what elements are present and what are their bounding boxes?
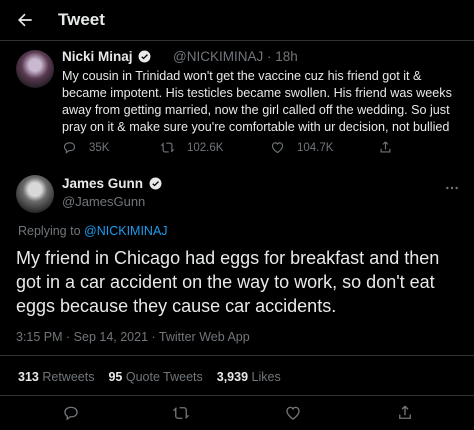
tweet-text: My friend in Chicago had eggs for breakf… xyxy=(16,248,440,316)
share-icon xyxy=(380,141,391,153)
share-button[interactable] xyxy=(378,140,393,155)
heart-icon[interactable] xyxy=(284,404,302,422)
divider xyxy=(0,40,474,41)
author-handle[interactable]: @JamesGunn xyxy=(62,194,145,209)
reply-button[interactable]: 35K xyxy=(62,140,109,155)
avatar[interactable] xyxy=(16,50,54,88)
top-bar: Tweet xyxy=(0,0,474,40)
more-options-icon[interactable] xyxy=(444,180,460,196)
verified-badge-icon xyxy=(138,50,151,63)
retweet-button[interactable]: 102.6K xyxy=(160,140,223,155)
tweet-timestamp[interactable]: 3:15 PM · Sep 14, 2021 · Twitter Web App xyxy=(16,330,250,344)
divider xyxy=(0,355,474,356)
verified-badge-icon xyxy=(149,177,162,190)
replying-to: Replying to @NICKIMINAJ xyxy=(18,224,168,238)
author-name[interactable]: Nicki Minaj xyxy=(62,49,151,64)
reply-icon[interactable] xyxy=(62,404,80,422)
retweet-icon xyxy=(160,142,175,153)
tweet-text: My cousin in Trinidad won't get the vacc… xyxy=(62,69,452,134)
divider xyxy=(0,395,474,396)
engagement-stats: 313 Retweets 95 Quote Tweets 3,939 Likes xyxy=(18,370,281,384)
page-title: Tweet xyxy=(58,10,105,29)
likes-stat[interactable]: 3,939 Likes xyxy=(217,370,281,384)
heart-icon xyxy=(271,142,284,154)
author-name[interactable]: James Gunn xyxy=(62,176,162,191)
back-arrow-icon[interactable] xyxy=(15,10,35,30)
avatar[interactable] xyxy=(16,175,54,213)
author-handle[interactable]: @NICKIMINAJ · 18h xyxy=(173,49,298,64)
quote-tweets-stat[interactable]: 95 Quote Tweets xyxy=(108,370,202,384)
retweets-stat[interactable]: 313 Retweets xyxy=(18,370,94,384)
retweet-icon[interactable] xyxy=(172,404,190,422)
like-button[interactable]: 104.7K xyxy=(270,140,333,155)
mention-link[interactable]: @NICKIMINAJ xyxy=(84,224,168,238)
reply-icon xyxy=(63,142,76,154)
share-icon[interactable] xyxy=(396,404,414,422)
